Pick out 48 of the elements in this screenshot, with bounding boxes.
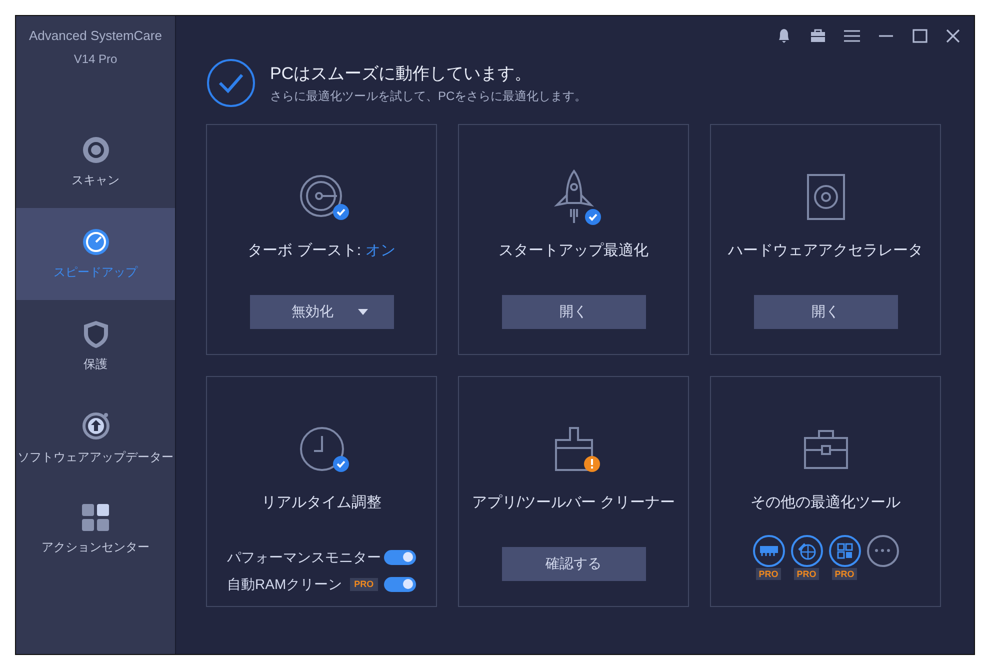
toggle-switch[interactable] [384,576,416,592]
close-icon[interactable] [946,29,960,43]
card-title: リアルタイム調整 [262,493,382,513]
briefcase-icon[interactable] [810,28,826,44]
pro-tag: PRO [794,568,820,580]
memory-chip-icon [760,544,778,556]
disable-dropdown[interactable]: 無効化 [250,294,394,328]
hard-drive-icon [806,173,846,221]
card-title: アプリ/ツールバー クリーナー [472,493,676,513]
tool-button[interactable] [790,534,822,566]
gauge-icon [298,174,344,220]
upload-icon [80,410,112,442]
toolbox-icon [802,428,848,470]
open-button[interactable]: 開く [502,294,646,328]
app-title: Advanced SystemCare [29,27,162,45]
grid-icon [82,504,110,532]
toggle-switch[interactable] [384,550,416,564]
nav-item[interactable]: 保護 [16,300,175,392]
tool-button[interactable] [752,534,784,566]
globe-rocket-icon [798,542,816,560]
status-title: PCはスムーズに動作しています。 [270,63,533,86]
open-button[interactable]: 確認する [502,546,646,580]
nav-item[interactable]: ソフトウェアアップデーター [16,392,175,484]
clock-icon [298,426,344,472]
aperture-icon [80,135,110,165]
menu-icon[interactable] [844,29,860,43]
speedometer-icon [80,227,110,257]
bell-icon[interactable] [776,28,792,44]
status-subtitle: さらに最適化ツールを試して、PCをさらに最適化します。 [270,88,587,105]
apps-icon [836,542,852,558]
nav-item[interactable]: アクションセンター [16,484,175,576]
toggle-label: パフォーマンスモニター [227,548,381,566]
card-title: ターボ ブースト: オン [248,241,396,261]
checkmark-circle-icon [206,58,256,108]
card-title: スタートアップ最適化 [498,241,648,261]
pro-tag: PRO [350,578,378,590]
nav-item[interactable]: スキャン [16,116,175,208]
maximize-icon[interactable] [912,29,928,43]
pro-tag: PRO [756,568,782,580]
open-button[interactable]: 開く [754,294,898,328]
app-version: V14 Pro [74,50,118,68]
card-title: その他の最適化ツール [750,493,900,513]
tool-button[interactable] [828,534,860,566]
caret-icon [358,308,368,314]
more-button[interactable] [866,534,898,566]
card-title: ハードウェアアクセラレータ [728,241,923,261]
pro-tag: PRO [832,568,858,580]
toggle-label: 自動RAMクリーン [227,574,342,594]
